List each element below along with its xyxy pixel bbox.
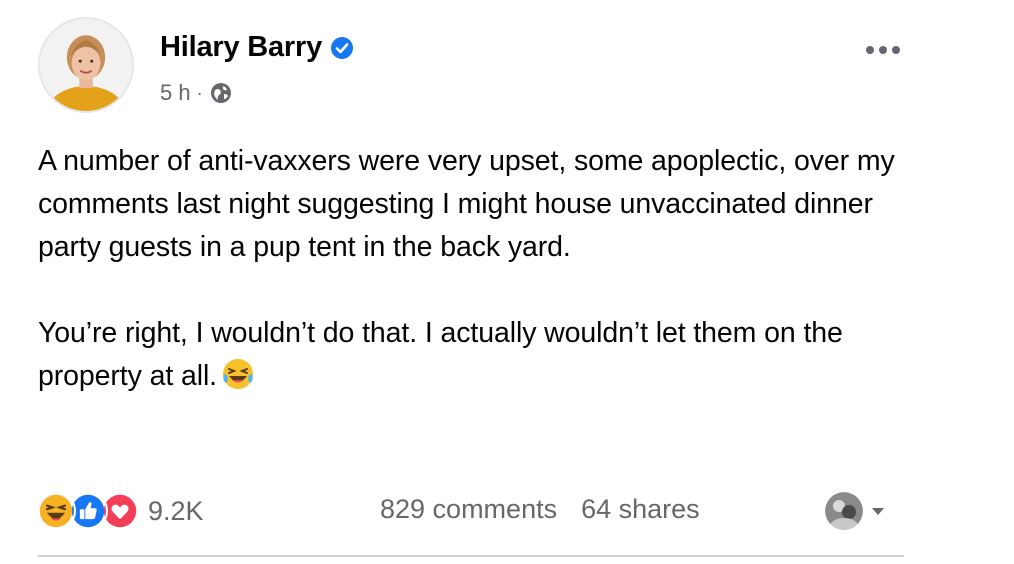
reaction-count: 9.2K	[148, 495, 204, 526]
haha-reaction-icon	[36, 491, 76, 531]
comments-count-link[interactable]: 829 comments	[380, 494, 557, 525]
facebook-post: Hilary Barry 5 h · A number of anti-vaxx…	[0, 0, 1014, 564]
author-header: Hilary Barry	[160, 31, 354, 64]
laughing-tears-emoji-icon	[221, 357, 255, 391]
more-options-button[interactable]	[858, 38, 908, 62]
post-meta: 5 h ·	[160, 80, 233, 106]
more-dot-icon	[866, 46, 874, 54]
reactions-summary[interactable]: 9.2K	[36, 491, 204, 531]
post-divider	[38, 555, 904, 557]
meta-separator: ·	[196, 82, 203, 103]
shares-count-link[interactable]: 64 shares	[581, 494, 700, 525]
post-timestamp[interactable]: 5 h	[160, 80, 191, 106]
more-dot-icon	[879, 46, 887, 54]
verified-badge-icon	[330, 36, 354, 60]
viewer-avatar-icon	[825, 492, 863, 530]
author-avatar[interactable]	[38, 17, 134, 113]
post-body: A number of anti-vaxxers were very upset…	[38, 140, 938, 398]
profile-photo-icon	[40, 19, 132, 111]
post-paragraph-1: A number of anti-vaxxers were very upset…	[38, 145, 895, 263]
chevron-down-icon	[869, 502, 887, 520]
engagement-stats: 829 comments 64 shares	[380, 494, 700, 525]
more-dot-icon	[892, 46, 900, 54]
post-paragraph-2: You’re right, I wouldn’t do that. I actu…	[38, 312, 938, 398]
post-paragraph-2-text: You’re right, I wouldn’t do that. I actu…	[38, 317, 843, 392]
author-name[interactable]: Hilary Barry	[160, 31, 322, 64]
globe-icon[interactable]	[209, 81, 233, 105]
viewer-selector[interactable]	[825, 492, 887, 530]
